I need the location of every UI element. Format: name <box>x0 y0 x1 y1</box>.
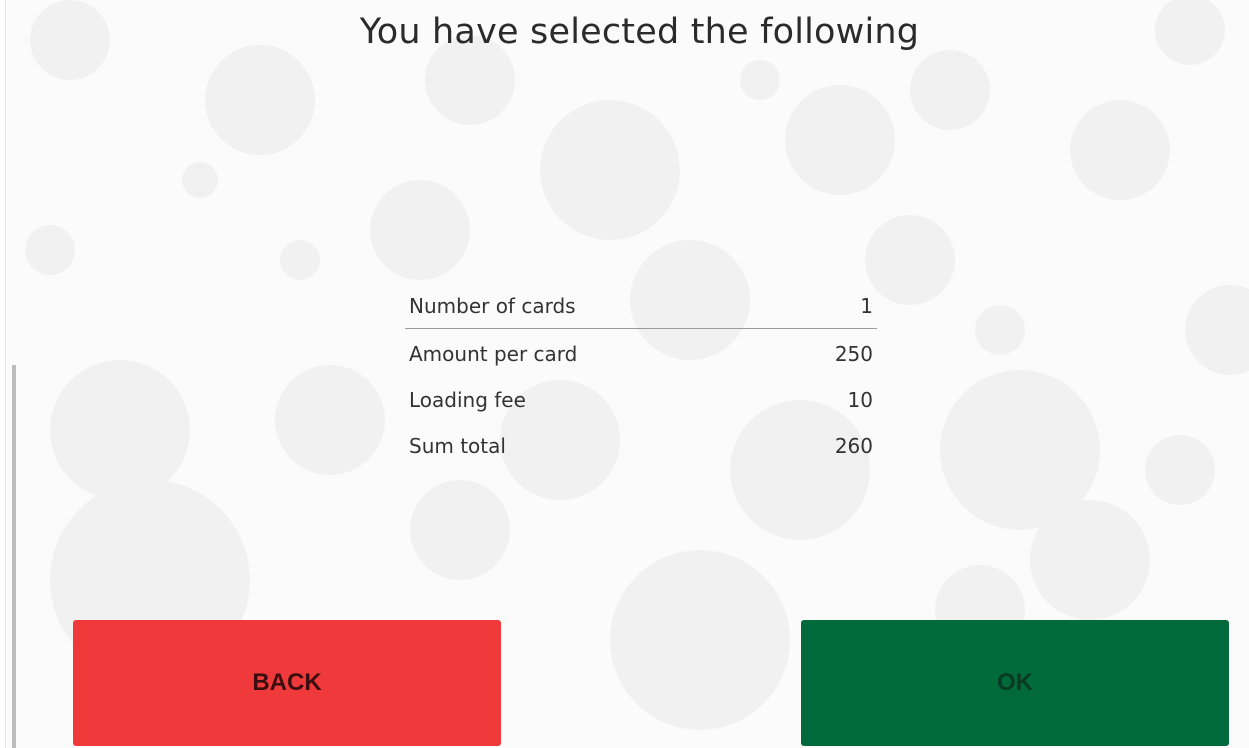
row-value: 10 <box>847 388 873 412</box>
ok-button[interactable]: OK <box>801 620 1229 746</box>
summary-row-number-of-cards: Number of cards 1 <box>405 284 877 329</box>
row-value: 260 <box>834 434 873 458</box>
summary-row-sum-total: Sum total 260 <box>405 423 877 469</box>
scrollbar-thumb[interactable] <box>12 365 16 748</box>
row-value: 1 <box>860 294 873 318</box>
row-label: Amount per card <box>409 342 578 366</box>
page-title: You have selected the following <box>359 12 920 52</box>
back-button[interactable]: BACK <box>73 620 501 746</box>
row-value: 250 <box>834 342 873 366</box>
summary-table: Number of cards 1 Amount per card 250 Lo… <box>405 284 877 469</box>
row-label: Sum total <box>409 434 506 458</box>
left-edge-rule <box>0 0 16 748</box>
back-button-label: BACK <box>252 669 322 696</box>
summary-row-loading-fee: Loading fee 10 <box>405 377 877 423</box>
summary-row-amount-per-card: Amount per card 250 <box>405 331 877 377</box>
selection-summary-screen: You have selected the following Number o… <box>0 0 1249 748</box>
ok-button-label: OK <box>997 669 1033 696</box>
row-label: Loading fee <box>409 388 526 412</box>
row-label: Number of cards <box>409 294 576 318</box>
